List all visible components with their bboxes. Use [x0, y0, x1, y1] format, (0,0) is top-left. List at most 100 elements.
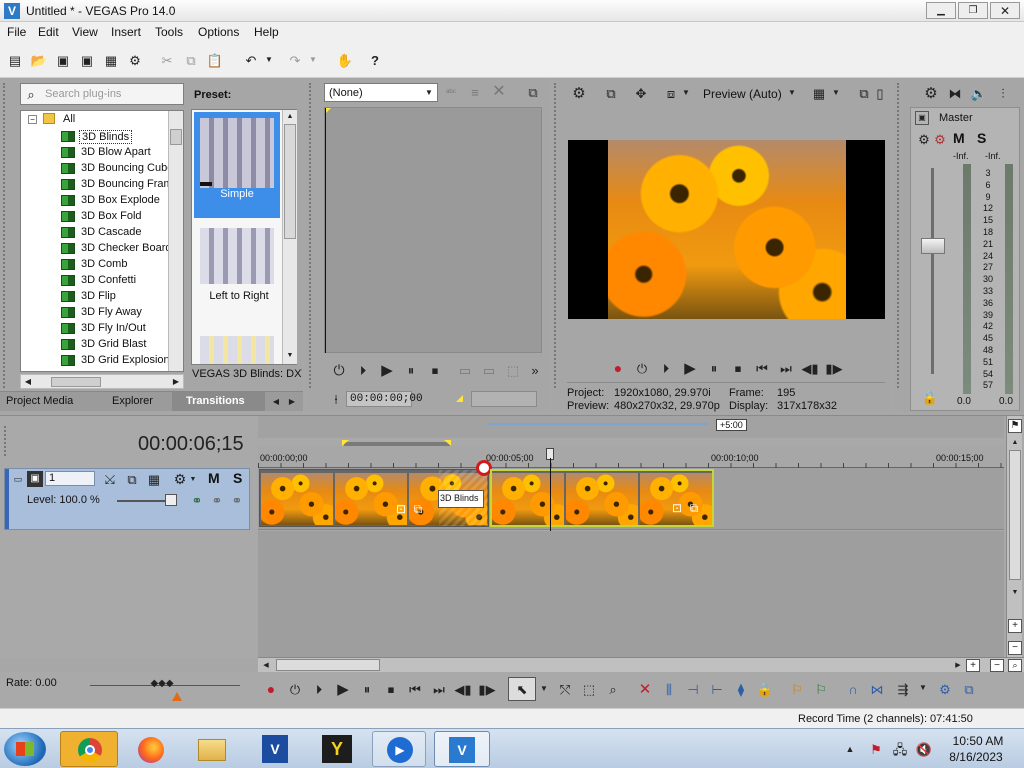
menu-edit[interactable]: Edit — [38, 25, 59, 39]
preset-item[interactable]: Left to Right — [194, 224, 280, 310]
split-view-dropdown-icon[interactable]: ▼ — [681, 88, 691, 98]
menu-options[interactable]: Options — [198, 25, 239, 39]
save-as-icon[interactable]: ▣ — [76, 49, 98, 71]
taskbar-firefox[interactable] — [124, 731, 178, 767]
auto-ripple-dropdown-icon[interactable]: ▼ — [918, 682, 928, 694]
menu-insert[interactable]: Insert — [111, 25, 141, 39]
pin-icon[interactable]: ⍿ — [330, 391, 342, 407]
child-composite-icon[interactable]: ⚭ — [209, 493, 225, 507]
menu-view[interactable]: View — [72, 25, 98, 39]
go-to-start-icon[interactable]: ⏮ — [753, 359, 771, 377]
mixer-properties-icon[interactable]: ⚙ — [922, 83, 940, 103]
dim-output-icon[interactable]: 🔈 — [970, 83, 988, 103]
auto-crossfades-icon[interactable]: ⋈ — [868, 680, 886, 698]
tab-transitions[interactable]: Transitions — [172, 392, 265, 411]
lock-icon[interactable]: 🔒 — [922, 390, 938, 404]
taskbar-chrome[interactable] — [60, 731, 118, 767]
minimize-button[interactable]: ▁ — [926, 2, 956, 19]
loop-playback-icon[interactable]: ⏻ — [633, 359, 651, 377]
plugin-item[interactable]: 3D Fly In/Out — [61, 321, 183, 337]
delete-icon[interactable]: ✕ — [636, 680, 654, 698]
parent-composite-icon[interactable]: ⚭ — [189, 493, 205, 507]
go-to-end-icon[interactable]: ⏭ — [430, 680, 448, 698]
hscroll-thumb[interactable] — [276, 659, 380, 671]
hscroll-thumb[interactable] — [51, 377, 101, 387]
selection-tool-icon[interactable]: ⬚ — [580, 680, 598, 698]
transition-label-box[interactable]: 3D Blinds — [438, 490, 484, 508]
scroll-right-icon[interactable]: ▶ — [171, 376, 181, 388]
play-icon[interactable]: ▶ — [681, 359, 699, 377]
video-clip-2[interactable]: ⊡ ⧉ — [490, 469, 714, 527]
trimmer-options-icon[interactable]: ⧉ — [524, 83, 542, 101]
overlays-dropdown-icon[interactable]: ▼ — [831, 88, 841, 98]
preset-scrollbar[interactable]: ▲ ▼ — [282, 110, 297, 364]
downmix-icon[interactable]: ⧓ — [946, 83, 964, 103]
volume-icon[interactable]: 🔇 — [916, 741, 932, 757]
plugin-item[interactable]: 3D Blinds — [61, 129, 183, 145]
copy-icon[interactable]: ⧉ — [180, 49, 202, 71]
properties-gear-icon[interactable]: ⚙ — [124, 49, 146, 71]
trimmer-dropdown[interactable]: (None) ▼ — [324, 83, 438, 102]
master-fx-icon[interactable]: ▣ — [915, 111, 929, 125]
trim-icon[interactable]: ⫼ — [660, 680, 678, 698]
plugin-item[interactable]: 3D Box Fold — [61, 209, 183, 225]
redo-dropdown-icon[interactable]: ▼ — [308, 56, 318, 64]
pause-icon[interactable]: ⏸ — [402, 361, 420, 379]
start-button[interactable] — [4, 732, 46, 766]
save-snapshot-icon[interactable]: ▯ — [873, 83, 887, 103]
plugin-item[interactable]: 3D Fly Away — [61, 305, 183, 321]
trimmer-area[interactable] — [324, 107, 542, 353]
tab-scroll-right-icon[interactable]: ▶ — [286, 395, 298, 409]
open-folder-icon[interactable]: 📂 — [28, 49, 50, 71]
next-frame-icon[interactable]: ▮▶ — [825, 359, 843, 377]
track-mute-button[interactable]: M — [208, 470, 220, 486]
preview-properties-gear-icon[interactable]: ⚙ — [569, 83, 589, 103]
lock-icon[interactable]: 🔒 — [756, 680, 774, 698]
action-center-icon[interactable]: ⚑ — [868, 741, 884, 757]
pause-icon[interactable]: ⏸ — [705, 359, 723, 377]
time-ruler[interactable]: 00:00:00;00 00:00:05;00 00:00:10;00 00:0… — [258, 446, 1004, 468]
plugin-item[interactable]: 3D Grid Fall Away — [61, 369, 183, 371]
scroll-left-icon[interactable]: ◀ — [260, 659, 272, 671]
taskbar-vegas-suite[interactable]: V — [248, 731, 302, 767]
plugin-item[interactable]: 3D Bouncing Cube — [61, 161, 183, 177]
pause-icon[interactable]: ⏸ — [358, 680, 376, 698]
tree-root[interactable]: − All — [25, 113, 145, 127]
zoom-edit-tool-icon[interactable]: ⌕ — [604, 680, 622, 698]
paste-icon[interactable]: 📋 — [204, 49, 226, 71]
insert-marker-icon[interactable]: ⚐ — [788, 680, 806, 698]
master-fader-thumb[interactable] — [921, 238, 945, 254]
track-fx-icon[interactable]: ▦ — [145, 471, 163, 487]
plugin-item[interactable]: 3D Bouncing Fram — [61, 177, 183, 193]
split-icon[interactable]: ⧫ — [732, 680, 750, 698]
plugin-item[interactable]: 3D Comb — [61, 257, 183, 273]
go-to-end-icon[interactable]: ⏭ — [777, 359, 795, 377]
taskbar-vegas-pro[interactable]: V — [434, 731, 490, 767]
tree-hscrollbar[interactable]: ◀ ▶ — [20, 374, 184, 389]
add-to-timeline-2-icon[interactable]: ▭ — [480, 361, 498, 379]
tree-scrollbar[interactable] — [168, 111, 183, 371]
plugin-item[interactable]: 3D Flip — [61, 289, 183, 305]
next-frame-icon[interactable]: ▮▶ — [478, 680, 496, 698]
network-icon[interactable]: 🖧 — [892, 741, 908, 757]
trim-overwrite-icon[interactable]: ⬚ — [504, 361, 522, 379]
track-motion-icon[interactable]: ⧉ — [123, 471, 141, 487]
scroll-down-icon[interactable]: ▼ — [284, 350, 296, 360]
close-button[interactable]: ✕ — [990, 2, 1020, 19]
overlays-grid-icon[interactable]: ▦ — [809, 83, 829, 103]
make-compositing-child-icon[interactable]: ⚭ — [229, 493, 245, 507]
plugin-item[interactable]: 3D Grid Explosion — [61, 353, 183, 369]
level-slider-thumb[interactable] — [165, 494, 177, 506]
trim-start-icon[interactable]: ⊣ — [684, 680, 702, 698]
scroll-right-icon[interactable]: ▶ — [952, 659, 964, 671]
stop-icon[interactable]: ⏹ — [426, 361, 444, 379]
expand-track-icon[interactable]: ▭ — [11, 472, 25, 486]
master-fader-track[interactable] — [931, 168, 934, 374]
trim-settings-icon[interactable]: ≡ — [466, 83, 484, 101]
preset-item-selected[interactable]: Simple — [194, 112, 280, 218]
plugin-item[interactable]: 3D Confetti — [61, 273, 183, 289]
normal-edit-tool-icon[interactable]: ⬉ — [508, 677, 536, 701]
master-mute-button[interactable]: M — [953, 130, 965, 146]
scroll-left-icon[interactable]: ◀ — [23, 376, 33, 388]
play-icon[interactable]: ▶ — [378, 361, 396, 379]
